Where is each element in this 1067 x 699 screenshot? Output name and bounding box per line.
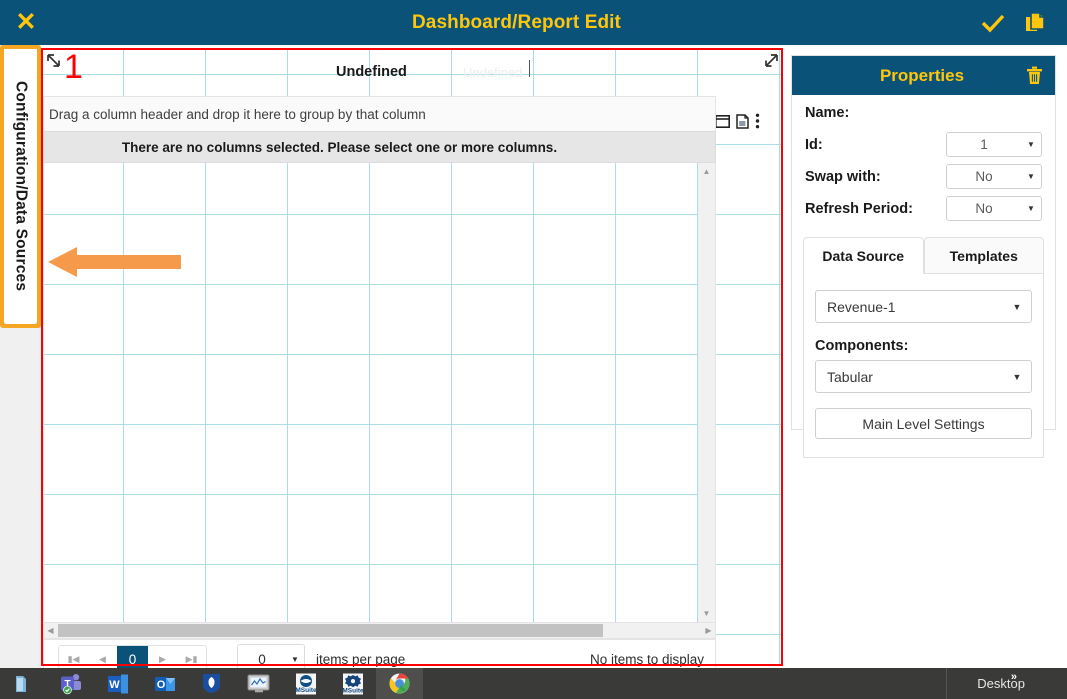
svg-text:O: O <box>156 679 165 691</box>
no-columns-row: There are no columns selected. Please se… <box>43 131 716 163</box>
chevron-down-icon: ▼ <box>1021 204 1041 213</box>
taskbar-item-teams[interactable]: T <box>47 668 94 699</box>
copy-icon[interactable] <box>1025 12 1046 34</box>
group-panel-hint: Drag a column header and drop it here to… <box>49 107 426 122</box>
property-row-id: Id: 1 ▼ <box>792 130 1055 159</box>
taskbar-item-chrome[interactable] <box>376 668 423 699</box>
taskbar-item-explorer[interactable] <box>0 668 47 699</box>
kebab-menu-icon[interactable] <box>755 113 760 129</box>
title-bar: ✕ Dashboard/Report Edit <box>0 0 1067 45</box>
property-row-refresh-period: Refresh Period: No ▼ <box>792 194 1055 223</box>
horizontal-scroll-thumb[interactable] <box>58 624 603 637</box>
tab-templates[interactable]: Templates <box>924 237 1045 274</box>
no-columns-message: There are no columns selected. Please se… <box>122 140 557 155</box>
property-label: Name: <box>805 105 1042 121</box>
left-rail: Configuration/Data Sources <box>0 45 41 699</box>
scroll-right-icon[interactable]: ▶ <box>702 626 715 635</box>
svg-text:MSuite: MSuite <box>342 687 364 694</box>
data-source-value: Revenue-1 <box>816 299 1003 315</box>
refresh-period-value: No <box>947 201 1021 216</box>
text-caret <box>529 60 530 77</box>
no-items-label: No items to display <box>590 652 707 667</box>
close-icon[interactable]: ✕ <box>0 0 52 45</box>
page-size-value: 0 <box>238 652 286 667</box>
widget-index-label: 1 <box>64 50 83 84</box>
tab-data-source[interactable]: Data Source <box>803 237 924 274</box>
components-label: Components: <box>815 338 1032 354</box>
chevron-down-icon: ▼ <box>1003 372 1031 382</box>
title-bar-actions <box>981 12 1067 34</box>
dashboard-report-edit-window: ✕ Dashboard/Report Edit Configuration/Da… <box>0 0 1067 699</box>
data-source-tab-panel: Revenue-1 ▼ Components: Tabular ▼ Main L… <box>803 274 1044 458</box>
chevron-down-icon: ▼ <box>1021 140 1041 149</box>
taskbar-item-word[interactable]: W <box>94 668 141 699</box>
properties-tabs: Data Source Templates <box>803 237 1044 274</box>
svg-text:W: W <box>109 679 120 691</box>
scroll-left-icon[interactable]: ◀ <box>44 626 57 635</box>
chevron-down-icon: ▼ <box>286 655 304 664</box>
sidebar-item-label: Configuration/Data Sources <box>12 81 30 291</box>
scroll-down-icon[interactable]: ▼ <box>698 605 715 622</box>
grid-body: ▲ ▼ <box>43 163 716 622</box>
data-source-select[interactable]: Revenue-1 ▼ <box>815 290 1032 323</box>
taskbar-item-monitor[interactable] <box>235 668 282 699</box>
export-icon[interactable] <box>736 114 749 129</box>
taskbar-desktop-button[interactable]: Desktop » <box>946 668 1067 699</box>
taskbar: T W O <box>0 668 1067 699</box>
refresh-period-select[interactable]: No ▼ <box>946 196 1042 221</box>
main-level-settings-button[interactable]: Main Level Settings <box>815 408 1032 439</box>
properties-panel: Properties Name: Id: 1 ▼ Swap with: <box>791 55 1056 430</box>
items-per-page-label: items per page <box>316 652 405 667</box>
horizontal-scrollbar[interactable]: ◀ ▶ <box>43 622 716 639</box>
taskbar-item-outlook[interactable]: O <box>141 668 188 699</box>
taskbar-item-msuite-globe[interactable]: MSuite <box>282 668 329 699</box>
resize-handle-top-right-icon[interactable] <box>762 52 780 70</box>
trash-icon[interactable] <box>1026 66 1043 85</box>
widget-header-icons <box>715 113 760 129</box>
resize-handle-top-left-icon[interactable] <box>45 52 63 70</box>
chevron-double-right-icon: » <box>1011 671 1017 683</box>
check-icon[interactable] <box>981 13 1005 33</box>
components-value: Tabular <box>816 369 1003 385</box>
components-select[interactable]: Tabular ▼ <box>815 360 1032 393</box>
scroll-up-icon[interactable]: ▲ <box>698 163 715 180</box>
swap-with-value: No <box>947 169 1021 184</box>
id-value: 1 <box>947 137 1021 152</box>
id-select[interactable]: 1 ▼ <box>946 132 1042 157</box>
tabular-widget: Drag a column header and drop it here to… <box>43 50 731 664</box>
window-icon[interactable] <box>715 115 730 128</box>
page-title: Dashboard/Report Edit <box>52 12 981 34</box>
property-label: Refresh Period: <box>805 201 946 217</box>
chevron-down-icon: ▼ <box>1003 302 1031 312</box>
group-drop-panel[interactable]: Drag a column header and drop it here to… <box>43 96 716 131</box>
taskbar-item-msuite-gear[interactable]: MSuite <box>329 668 376 699</box>
properties-header: Properties <box>792 56 1055 95</box>
widget-title-placeholder: Undefined <box>463 65 522 80</box>
property-label: Id: <box>805 137 946 153</box>
swap-with-select[interactable]: No ▼ <box>946 164 1042 189</box>
property-row-swap-with: Swap with: No ▼ <box>792 162 1055 191</box>
taskbar-desktop-label: Desktop <box>977 676 1025 691</box>
properties-title: Properties <box>818 66 1026 86</box>
vertical-scrollbar[interactable]: ▲ ▼ <box>698 163 715 622</box>
chevron-down-icon: ▼ <box>1021 172 1041 181</box>
svg-text:MSuite: MSuite <box>295 687 317 694</box>
sidebar-item-configuration-data-sources[interactable]: Configuration/Data Sources <box>3 48 38 325</box>
widget-title: Undefined <box>336 64 407 80</box>
property-label: Swap with: <box>805 169 946 185</box>
property-row-name: Name: <box>792 98 1055 127</box>
taskbar-item-shield[interactable] <box>188 668 235 699</box>
